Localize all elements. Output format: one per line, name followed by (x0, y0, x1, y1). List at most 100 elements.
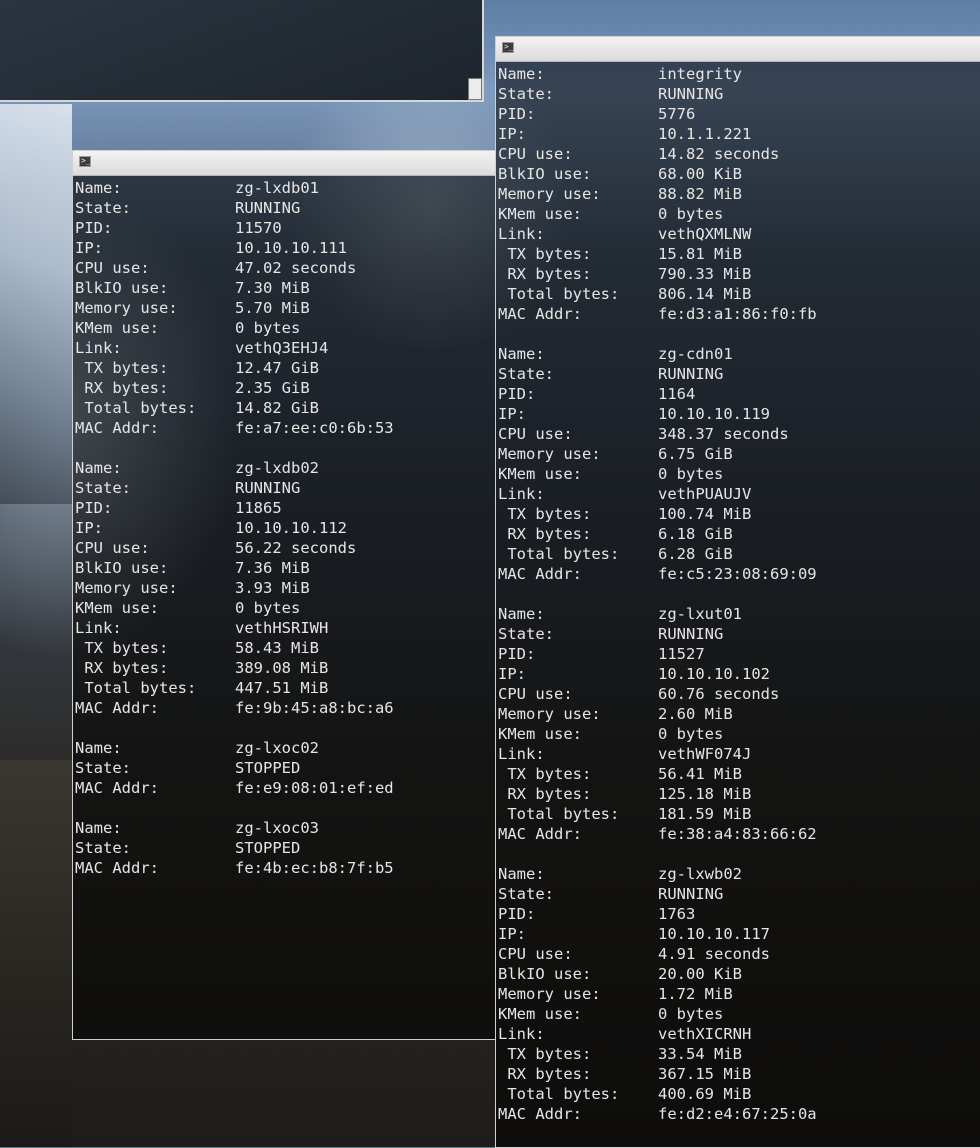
container-info-block: Name: zg-lxoc02 State: STOPPED MAC Addr: fe:e… (75, 738, 495, 798)
output-line: BlkIO use: 20.00 KiB (498, 964, 980, 984)
output-line: PID: 5776 (498, 104, 980, 124)
field-value: 125.18 MiB (658, 785, 752, 803)
field-label: Name: (498, 65, 545, 83)
output-line: Name: zg-lxdb01 (75, 178, 495, 198)
field-value: 88.82 MiB (658, 185, 742, 203)
output-line: BlkIO use: 7.36 MiB (75, 558, 495, 578)
field-value: vethQ3EHJ4 (235, 339, 329, 357)
field-value: 6.28 GiB (658, 545, 733, 563)
field-label: Link: (75, 619, 122, 637)
output-line: MAC Addr: fe:c5:23:08:69:09 (498, 564, 980, 584)
field-value: zg-lxoc02 (235, 739, 319, 757)
output-line: CPU use: 14.82 seconds (498, 144, 980, 164)
field-value: STOPPED (235, 759, 301, 777)
field-label: TX bytes: (498, 765, 592, 783)
field-value: 15.81 MiB (658, 245, 742, 263)
output-line: State: RUNNING (75, 478, 495, 498)
field-value: 2.60 MiB (658, 705, 733, 723)
field-value: vethXICRNH (658, 1025, 752, 1043)
field-value: 11865 (235, 499, 282, 517)
field-value: 389.08 MiB (235, 659, 329, 677)
field-label: State: (75, 759, 131, 777)
field-value: 33.54 MiB (658, 1045, 742, 1063)
field-value: fe:38:a4:83:66:62 (658, 825, 817, 843)
field-label: Name: (75, 179, 122, 197)
field-value: 20.00 KiB (658, 965, 742, 983)
field-label: BlkIO use: (498, 165, 592, 183)
output-line: TX bytes: 58.43 MiB (75, 638, 495, 658)
field-value: vethWF074J (658, 745, 752, 763)
output-line: RX bytes: 790.33 MiB (498, 264, 980, 284)
field-label: TX bytes: (498, 505, 592, 523)
field-value: 12.47 GiB (235, 359, 319, 377)
field-value: 68.00 KiB (658, 165, 742, 183)
field-label: Link: (498, 1025, 545, 1043)
field-label: PID: (498, 645, 536, 663)
terminal-titlebar-left[interactable]: >_ (73, 151, 495, 176)
output-line: Total bytes: 447.51 MiB (75, 678, 495, 698)
output-line: Name: zg-cdn01 (498, 344, 980, 364)
background-window[interactable] (0, 0, 484, 102)
field-value: 6.18 GiB (658, 525, 733, 543)
container-info-block: Name: zg-lxoc03 State: STOPPED MAC Addr: fe:4… (75, 818, 495, 878)
desktop-wallpaper-snow (0, 104, 72, 504)
field-label: CPU use: (498, 145, 573, 163)
field-value: 47.02 seconds (235, 259, 357, 277)
background-window-scroll-handle[interactable] (468, 78, 482, 100)
field-label: MAC Addr: (75, 859, 159, 877)
field-label: IP: (75, 239, 103, 257)
output-line: PID: 11865 (75, 498, 495, 518)
field-value: RUNNING (658, 885, 724, 903)
field-label: PID: (498, 105, 536, 123)
output-line: PID: 11527 (498, 644, 980, 664)
field-value: STOPPED (235, 839, 301, 857)
terminal-icon[interactable]: >_ (502, 42, 514, 53)
terminal-output-right[interactable]: Name: integrity State: RUNNING PID: 5776 IP: 10… (496, 62, 980, 1124)
field-value: 14.82 GiB (235, 399, 319, 417)
field-value: 1.72 MiB (658, 985, 733, 1003)
output-line: BlkIO use: 68.00 KiB (498, 164, 980, 184)
field-value: 100.74 MiB (658, 505, 752, 523)
field-label: Link: (498, 225, 545, 243)
field-label: Total bytes: (498, 1085, 620, 1103)
field-value: 447.51 MiB (235, 679, 329, 697)
terminal-window-right[interactable]: >_ Name: integrity State: RUNNING PID: 5776 IP… (495, 36, 980, 1148)
output-line: Total bytes: 400.69 MiB (498, 1084, 980, 1104)
field-label: CPU use: (75, 539, 150, 557)
output-line: Name: zg-lxwb02 (498, 864, 980, 884)
field-label: Name: (498, 865, 545, 883)
field-label: Memory use: (75, 299, 178, 317)
field-label: CPU use: (75, 259, 150, 277)
output-line: Link: vethQ3EHJ4 (75, 338, 495, 358)
terminal-icon[interactable]: >_ (79, 156, 91, 167)
field-label: KMem use: (498, 725, 582, 743)
field-label: Name: (75, 459, 122, 477)
terminal-window-left[interactable]: >_ Name: zg-lxdb01 State: RUNNING PID: 11570 I… (72, 150, 496, 1040)
field-label: RX bytes: (498, 1065, 592, 1083)
output-line: MAC Addr: fe:38:a4:83:66:62 (498, 824, 980, 844)
field-value: 3.93 MiB (235, 579, 310, 597)
field-label: KMem use: (75, 599, 159, 617)
terminal-titlebar-right[interactable]: >_ (496, 37, 980, 62)
terminal-output-left[interactable]: Name: zg-lxdb01 State: RUNNING PID: 11570 IP: 1… (73, 176, 495, 878)
container-info-block: Name: zg-lxwb02 State: RUNNING PID: 1763 IP: 10… (498, 864, 980, 1124)
output-line: CPU use: 60.76 seconds (498, 684, 980, 704)
field-label: BlkIO use: (498, 965, 592, 983)
container-info-block: Name: integrity State: RUNNING PID: 5776 IP: 10… (498, 64, 980, 324)
field-label: IP: (498, 125, 526, 143)
field-label: RX bytes: (75, 379, 169, 397)
field-label: RX bytes: (498, 265, 592, 283)
output-line: State: RUNNING (498, 624, 980, 644)
output-line: Link: vethQXMLNW (498, 224, 980, 244)
output-line: Name: zg-lxut01 (498, 604, 980, 624)
field-value: RUNNING (235, 199, 301, 217)
field-value: 7.36 MiB (235, 559, 310, 577)
field-value: zg-lxdb02 (235, 459, 319, 477)
field-value: 4.91 seconds (658, 945, 770, 963)
output-line: State: STOPPED (75, 838, 495, 858)
output-line: PID: 1763 (498, 904, 980, 924)
output-line: State: RUNNING (498, 884, 980, 904)
field-label: MAC Addr: (75, 699, 159, 717)
